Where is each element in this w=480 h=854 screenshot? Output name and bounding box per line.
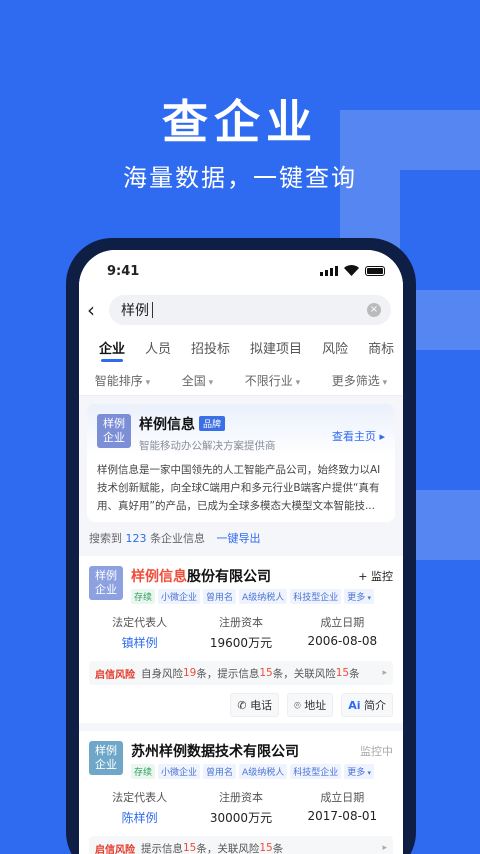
- date-value: 2006-08-08: [307, 634, 378, 648]
- company-card[interactable]: 样例 企业 样例信息股份有限公司 存续 小微企业 曾用名 A级纳税人 科技型企业 …: [79, 556, 403, 723]
- chevron-right-icon: ▸: [382, 668, 387, 678]
- company-card[interactable]: 样例 企业 苏州样例数据技术有限公司 存续 小微企业 曾用名 A级纳税人 科技型企…: [79, 731, 403, 854]
- monitoring-status[interactable]: 监控中: [360, 743, 393, 759]
- phone-button[interactable]: ✆ 电话: [230, 693, 280, 717]
- tags-more[interactable]: 更多: [344, 764, 374, 779]
- brand-description: 样例信息是一家中国领先的人工智能产品公司，始终致力以AI技术创新赋能，向全球C端…: [97, 464, 381, 512]
- wifi-icon: [344, 265, 359, 276]
- filter-region[interactable]: 全国: [182, 372, 213, 389]
- tab-person[interactable]: 人员: [135, 330, 181, 366]
- monitor-button[interactable]: + 监控: [358, 568, 393, 584]
- risk-logo: 启信风险: [95, 844, 135, 854]
- intro-button[interactable]: Ai 简介: [341, 693, 393, 717]
- category-tabs: 企业 人员 招投标 拟建项目 风险 商标 专利: [79, 330, 403, 366]
- brand-card[interactable]: 样例 企业 样例信息 品牌 智能移动办公解决方案提供商 查看主页 ▸ 样例信息是一家…: [87, 404, 395, 522]
- risk-bar[interactable]: 启信风险 自身风险 19 条，提示信息 15 条，关联风险 15 条 ▸: [89, 661, 393, 685]
- location-icon: ⌾: [294, 699, 301, 712]
- hero-subtitle: 海量数据，一键查询: [123, 164, 357, 192]
- export-link[interactable]: 一键导出: [217, 532, 261, 545]
- brand-badge: 品牌: [199, 416, 226, 431]
- brand-slogan: 智能移动办公解决方案提供商: [139, 440, 276, 452]
- filter-industry[interactable]: 不限行业: [245, 372, 300, 389]
- search-query: 样例: [121, 303, 149, 319]
- risk-bar[interactable]: 启信风险 提示信息 15 条，关联风险 15 条 ▸: [89, 836, 393, 854]
- brand-name: 样例信息: [139, 417, 195, 433]
- capital-value: 19600万元: [209, 636, 273, 650]
- ai-icon: Ai: [348, 699, 361, 712]
- legal-rep-link[interactable]: 陈样例: [89, 809, 190, 826]
- tag: A级纳税人: [239, 764, 288, 779]
- tags-more[interactable]: 更多: [344, 589, 374, 604]
- brand-logo: 样例 企业: [97, 414, 131, 448]
- date-value: 2017-08-01: [307, 809, 378, 823]
- tag: 曾用名: [203, 589, 237, 604]
- view-homepage-link[interactable]: 查看主页 ▸: [332, 428, 385, 444]
- clear-icon[interactable]: ×: [367, 303, 381, 317]
- tag: 科技型企业: [290, 764, 342, 779]
- status-time: 9:41: [107, 264, 140, 279]
- chevron-right-icon: ▸: [382, 843, 387, 853]
- back-icon[interactable]: ‹: [87, 298, 95, 322]
- tag-status: 存续: [131, 589, 156, 604]
- filter-more[interactable]: 更多筛选: [332, 372, 387, 389]
- search-input[interactable]: 样例 ×: [109, 295, 391, 325]
- tag: A级纳税人: [239, 589, 288, 604]
- capital-value: 30000万元: [209, 811, 273, 825]
- result-count: 搜索到 123 条企业信息 一键导出: [89, 532, 261, 545]
- battery-icon: [365, 265, 385, 276]
- hero-title: 查企业: [162, 95, 318, 149]
- tag: 小微企业: [158, 764, 201, 779]
- tag: 曾用名: [203, 764, 237, 779]
- tab-trademark[interactable]: 商标: [358, 330, 403, 366]
- risk-logo: 启信风险: [95, 669, 135, 681]
- tab-company[interactable]: 企业: [89, 330, 135, 366]
- company-name: 苏州样例数据技术有限公司: [131, 744, 299, 760]
- legal-rep-link[interactable]: 镇样例: [89, 634, 190, 651]
- address-button[interactable]: ⌾ 地址: [287, 693, 334, 717]
- result-number: 123: [125, 532, 147, 545]
- status-bar: 9:41: [79, 250, 403, 290]
- tab-bidding[interactable]: 招投标: [181, 330, 240, 366]
- tag: 小微企业: [158, 589, 201, 604]
- company-name: 样例信息股份有限公司: [131, 569, 271, 585]
- tab-projects[interactable]: 拟建项目: [240, 330, 312, 366]
- text-caret: [152, 302, 153, 318]
- phone-screen: 9:41 ‹ 样例 × 企业 人员 招投标 拟建项目 风险 商标 专利 智能排序…: [79, 250, 403, 854]
- tag-status: 存续: [131, 764, 156, 779]
- tab-risk[interactable]: 风险: [312, 330, 358, 366]
- filter-sort[interactable]: 智能排序: [95, 372, 150, 389]
- company-logo: 样例 企业: [89, 566, 123, 600]
- company-logo: 样例 企业: [89, 741, 123, 775]
- signal-icon: [320, 265, 338, 276]
- tag: 科技型企业: [290, 589, 342, 604]
- filter-bar: 智能排序 全国 不限行业 更多筛选: [79, 366, 403, 396]
- phone-icon: ✆: [237, 699, 247, 712]
- search-bar: ‹ 样例 ×: [79, 290, 403, 330]
